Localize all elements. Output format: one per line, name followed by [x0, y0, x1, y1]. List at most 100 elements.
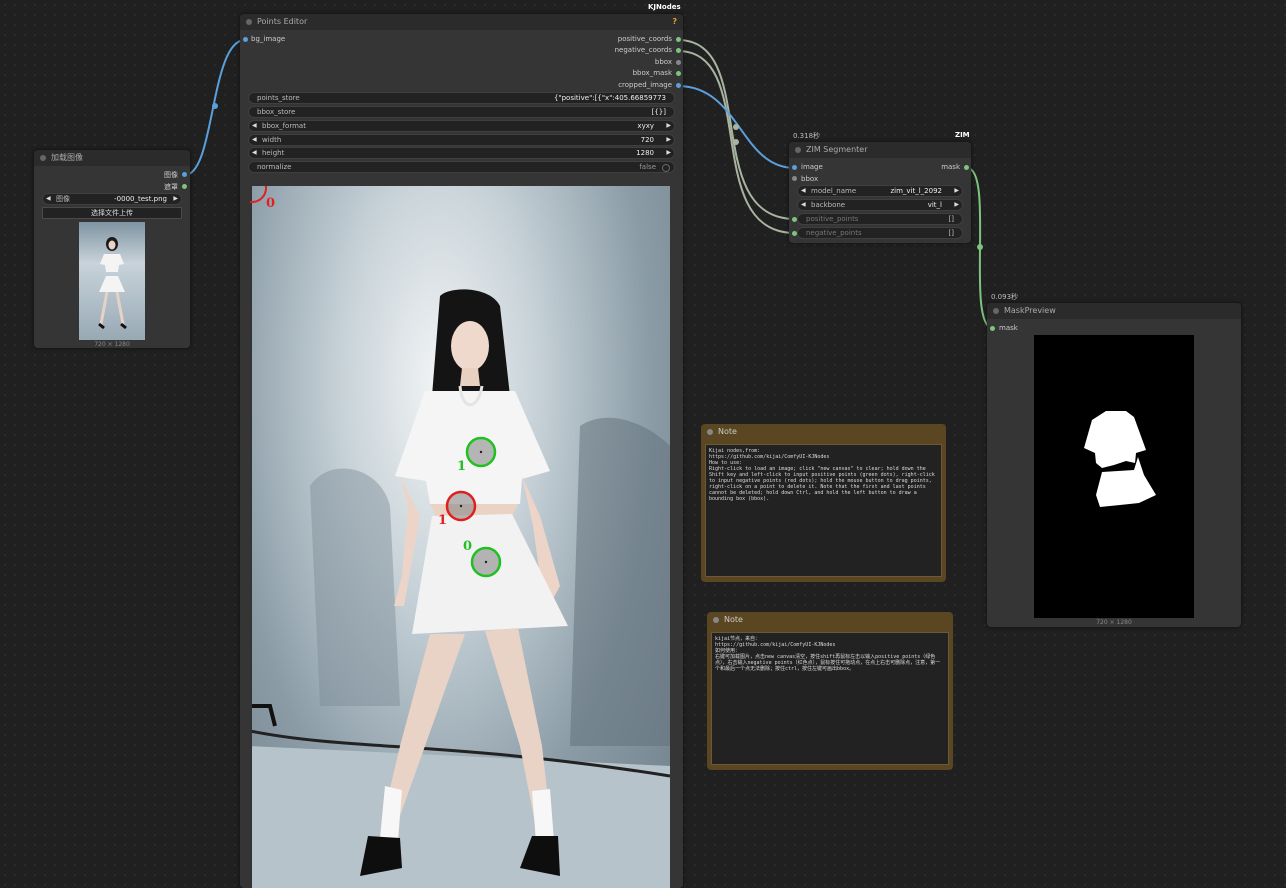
- mask-preview-node[interactable]: MaskPreview mask 720 × 1280: [987, 303, 1241, 627]
- node-header[interactable]: MaskPreview: [987, 303, 1241, 319]
- points-editor-node[interactable]: Points Editor ? bg_image positive_coords…: [240, 14, 683, 888]
- point-label-neg-0: 0: [266, 196, 276, 211]
- arrow-right-icon[interactable]: ▶: [173, 194, 178, 204]
- widget-value: 720: [640, 136, 654, 144]
- normalize-toggle[interactable]: normalize false: [248, 161, 675, 173]
- bbox-format-combo[interactable]: ◀ bbox_format xyxy ▶: [248, 120, 675, 132]
- point-label-pos-0: 0: [463, 539, 473, 554]
- note-chinese[interactable]: Note kijai节点，来自： https://github.com/kija…: [707, 612, 953, 770]
- note-text[interactable]: kijai节点，来自： https://github.com/kijai/Com…: [711, 632, 949, 765]
- arrow-right-icon[interactable]: ▶: [954, 200, 959, 210]
- arrow-right-icon[interactable]: ▶: [666, 148, 671, 158]
- widget-value: vit_l: [927, 201, 942, 209]
- output-bbox-mask-socket[interactable]: [676, 71, 681, 76]
- arrow-left-icon[interactable]: ◀: [252, 121, 257, 131]
- widget-label: backbone: [811, 201, 846, 209]
- widget-label: height: [262, 149, 285, 157]
- point-center: [459, 504, 463, 508]
- node-header[interactable]: Points Editor ?: [240, 14, 683, 30]
- widget-label: model_name: [811, 187, 857, 195]
- image-dimensions: 720 × 1280: [94, 341, 130, 348]
- output-mask-label: mask: [941, 163, 960, 171]
- width-number[interactable]: ◀ width 720 ▶: [248, 134, 675, 146]
- toggle-off-icon[interactable]: [662, 164, 670, 172]
- help-icon[interactable]: ?: [672, 14, 677, 30]
- output-image-socket[interactable]: [182, 172, 187, 177]
- output-bbox-socket[interactable]: [676, 60, 681, 65]
- model-name-combo[interactable]: ◀ model_name zim_vit_l_2092 ▶: [797, 185, 963, 197]
- kjnodes-badge: KJNodes: [648, 3, 681, 11]
- backbone-combo[interactable]: ◀ backbone vit_l ▶: [797, 199, 963, 211]
- image-preview: [79, 222, 145, 340]
- output-cropped-image-label: cropped_image: [618, 81, 672, 89]
- points-store-field[interactable]: points_store {"positive":[{"x":405.66859…: [248, 92, 675, 104]
- widget-value: []: [948, 229, 954, 237]
- negative-point-0[interactable]: [250, 186, 267, 203]
- input-image-socket[interactable]: [792, 165, 797, 170]
- widget-label: points_store: [257, 94, 300, 102]
- widget-label: bbox_format: [262, 122, 306, 130]
- mask-shape: [1084, 411, 1156, 507]
- figure-shoes: [98, 322, 127, 330]
- widget-label: negative_points: [806, 229, 862, 237]
- note-text[interactable]: Kijai nodes,from: https://github.com/kij…: [705, 444, 942, 577]
- arrow-left-icon[interactable]: ◀: [801, 186, 806, 196]
- node-title: 加载图像: [51, 153, 83, 162]
- points-overlay[interactable]: [250, 186, 670, 888]
- collapse-dot-icon[interactable]: [713, 617, 719, 623]
- node-header[interactable]: ZIM Segmenter: [789, 142, 971, 158]
- collapse-dot-icon[interactable]: [795, 147, 801, 153]
- arrow-left-icon[interactable]: ◀: [801, 200, 806, 210]
- upload-button[interactable]: 选择文件上传: [42, 207, 182, 219]
- widget-value: {"positive":[{"x":405.66859773: [553, 94, 666, 102]
- output-cropped-image-socket[interactable]: [676, 83, 681, 88]
- note-english[interactable]: Note Kijai nodes,from: https://github.co…: [701, 424, 946, 582]
- input-mask-socket[interactable]: [990, 326, 995, 331]
- collapse-dot-icon[interactable]: [993, 308, 999, 314]
- figure-skirt: [99, 276, 125, 292]
- zim-segmenter-node[interactable]: ZIM Segmenter image bbox mask ◀ model_na…: [789, 142, 971, 243]
- collapse-dot-icon[interactable]: [246, 19, 252, 25]
- bbox-store-field[interactable]: bbox_store [{}]: [248, 106, 675, 118]
- output-positive-coords-label: positive_coords: [617, 35, 672, 43]
- input-bg-image-socket[interactable]: [243, 37, 248, 42]
- note-header[interactable]: Note: [707, 612, 953, 628]
- arrow-left-icon[interactable]: ◀: [46, 194, 51, 204]
- widget-value: false: [639, 163, 656, 171]
- output-positive-coords-socket[interactable]: [676, 37, 681, 42]
- arrow-left-icon[interactable]: ◀: [252, 135, 257, 145]
- output-mask-label: 遮罩: [164, 183, 178, 191]
- collapse-dot-icon[interactable]: [707, 429, 713, 435]
- output-bbox-label: bbox: [654, 58, 672, 66]
- load-image-node[interactable]: 加载图像 图像 遮罩 ◀ 图像 -0000_test.png ▶ 选择文件上传 …: [34, 150, 190, 348]
- points-canvas[interactable]: 0 1 1 0: [250, 186, 670, 888]
- input-image-label: image: [801, 163, 823, 171]
- widget-value: -0000_test.png: [114, 195, 167, 203]
- node-title: MaskPreview: [1004, 306, 1056, 315]
- widget-label: normalize: [257, 163, 292, 171]
- mask-dimensions: 720 × 1280: [1096, 619, 1132, 626]
- positive-points-field[interactable]: positive_points []: [797, 213, 963, 225]
- arrow-left-icon[interactable]: ◀: [252, 148, 257, 158]
- output-mask-socket[interactable]: [964, 165, 969, 170]
- input-bbox-socket[interactable]: [792, 176, 797, 181]
- node-title: Points Editor: [257, 17, 308, 26]
- image-combo[interactable]: ◀ 图像 -0000_test.png ▶: [42, 193, 182, 205]
- output-mask-socket[interactable]: [182, 184, 187, 189]
- note-header[interactable]: Note: [701, 424, 946, 440]
- arrow-right-icon[interactable]: ▶: [666, 135, 671, 145]
- note-title: Note: [724, 615, 743, 624]
- collapse-dot-icon[interactable]: [40, 155, 46, 161]
- zim-badge: ZIM: [955, 131, 970, 139]
- point-center: [479, 450, 483, 454]
- output-negative-coords-socket[interactable]: [676, 48, 681, 53]
- height-number[interactable]: ◀ height 1280 ▶: [248, 147, 675, 159]
- arrow-right-icon[interactable]: ▶: [666, 121, 671, 131]
- figure-face: [108, 240, 116, 250]
- arrow-right-icon[interactable]: ▶: [954, 186, 959, 196]
- widget-value: xyxy: [637, 122, 654, 130]
- point-label-neg-1: 1: [438, 513, 448, 528]
- node-header[interactable]: 加载图像: [34, 150, 190, 166]
- widget-label: 图像: [56, 195, 70, 203]
- negative-points-field[interactable]: negative_points []: [797, 227, 963, 239]
